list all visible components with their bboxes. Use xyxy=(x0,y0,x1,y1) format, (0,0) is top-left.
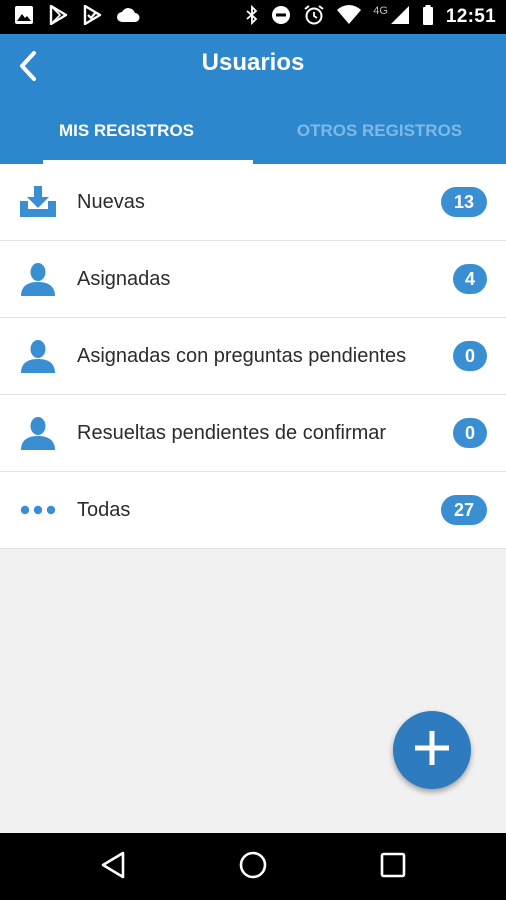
person-icon xyxy=(18,336,58,376)
download-tray-icon xyxy=(18,182,58,222)
nav-back-button[interactable] xyxy=(97,851,129,883)
person-icon xyxy=(18,413,58,453)
do-not-disturb-icon xyxy=(271,5,291,30)
status-bar: 4G 12:51 xyxy=(0,0,506,34)
more-dots-icon xyxy=(18,490,58,530)
list-item-label: Todas xyxy=(77,498,131,521)
count-badge: 0 xyxy=(453,418,487,448)
cloud-icon xyxy=(116,6,140,29)
count-badge: 13 xyxy=(441,187,487,217)
wifi-icon xyxy=(337,4,362,30)
tab-mis-registros[interactable]: MIS REGISTROS xyxy=(0,106,253,164)
bluetooth-icon xyxy=(245,4,259,30)
category-list: Nuevas 13 Asignadas 4 Asignadas con preg… xyxy=(0,164,506,549)
tab-otros-registros[interactable]: OTROS REGISTROS xyxy=(253,106,506,164)
list-item-label: Resueltas pendientes de confirmar xyxy=(77,421,387,444)
list-item-nuevas[interactable]: Nuevas 13 xyxy=(0,164,506,241)
tab-bar: MIS REGISTROS OTROS REGISTROS xyxy=(0,106,506,164)
square-recents-icon xyxy=(380,852,406,883)
play-check-icon xyxy=(82,4,102,30)
add-button[interactable] xyxy=(393,711,471,789)
list-item-resueltas-pendientes[interactable]: Resueltas pendientes de confirmar 0 xyxy=(0,395,506,472)
nav-home-button[interactable] xyxy=(237,851,269,883)
alarm-icon xyxy=(303,4,325,31)
system-nav-bar xyxy=(0,833,506,900)
count-badge: 0 xyxy=(453,341,487,371)
status-bar-notifications xyxy=(14,4,140,30)
triangle-back-icon xyxy=(100,851,126,884)
nav-recents-button[interactable] xyxy=(377,851,409,883)
person-icon xyxy=(18,259,58,299)
network-type: 4G xyxy=(373,5,388,17)
list-item-label: Asignadas xyxy=(77,267,171,290)
circle-home-icon xyxy=(238,850,268,885)
list-item-label: Nuevas xyxy=(77,190,145,213)
list-item-asignadas-con-preguntas[interactable]: Asignadas con preguntas pendientes 0 xyxy=(0,318,506,395)
list-item-todas[interactable]: Todas 27 xyxy=(0,472,506,549)
plus-icon xyxy=(415,730,449,770)
clock: 12:51 xyxy=(445,6,496,27)
count-badge: 27 xyxy=(441,495,487,525)
list-item-label: Asignadas con preguntas pendientes xyxy=(77,344,407,367)
app-bar: Usuarios MIS REGISTROS OTROS REGISTROS xyxy=(0,34,506,164)
status-bar-system: 4G 12:51 xyxy=(245,4,496,31)
count-badge: 4 xyxy=(453,264,487,294)
play-store-icon xyxy=(48,4,68,30)
page-title: Usuarios xyxy=(201,49,305,76)
signal-icon xyxy=(390,5,410,30)
list-item-asignadas[interactable]: Asignadas 4 xyxy=(0,241,506,318)
image-icon xyxy=(14,5,34,30)
battery-icon xyxy=(422,4,434,30)
